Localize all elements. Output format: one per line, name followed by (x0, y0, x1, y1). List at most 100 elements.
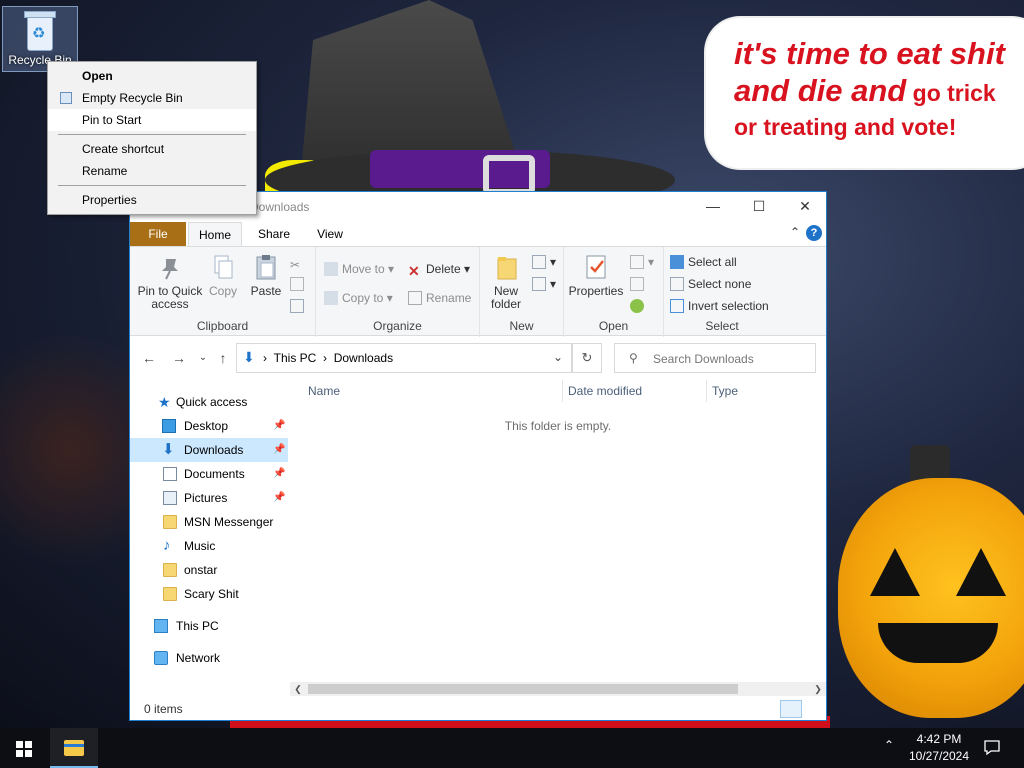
properties-button[interactable]: Properties (568, 253, 624, 298)
maximize-button[interactable]: ☐ (736, 192, 782, 222)
invert-selection-button[interactable]: Invert selection (670, 297, 769, 315)
address-bar[interactable]: ⬇ › This PC › Downloads ⌄ (236, 343, 572, 373)
column-header-date-modified[interactable]: Date modified (568, 384, 642, 398)
horizontal-scrollbar[interactable]: ❮ ❯ (290, 682, 826, 696)
copy-button[interactable]: Copy (204, 253, 242, 298)
edit-button[interactable] (630, 275, 648, 293)
move-to-button[interactable]: Move to ▾ (324, 260, 394, 278)
breadcrumb-this-pc[interactable]: This PC (274, 351, 317, 365)
scroll-right-icon[interactable]: ❯ (810, 682, 826, 696)
address-dropdown-icon[interactable]: ⌄ (553, 350, 563, 364)
paste-button[interactable]: Paste (246, 253, 286, 298)
nav-desktop[interactable]: Desktop 📌 (130, 414, 288, 438)
new-folder-button[interactable]: New folder (484, 253, 528, 311)
nav-label: Scary Shit (184, 587, 239, 601)
large-icons-view-icon[interactable] (802, 700, 824, 718)
select-all-icon (670, 255, 684, 269)
menu-item-rename[interactable]: Rename (48, 160, 256, 182)
pumpkin-mouth (878, 623, 998, 663)
paste-shortcut-icon (290, 299, 304, 313)
network-icon (154, 651, 168, 665)
refresh-button[interactable]: ↻ (572, 343, 602, 373)
taskbar-clock[interactable]: 4:42 PM 10/27/2024 (900, 731, 978, 765)
cut-button[interactable]: ✂ (290, 253, 308, 272)
delete-button[interactable]: ✕ Delete ▾ (408, 260, 470, 279)
nav-downloads[interactable]: ⬇ Downloads 📌 (130, 438, 288, 462)
select-all-label: Select all (688, 255, 737, 269)
copy-to-button[interactable]: Copy to ▾ (324, 289, 393, 307)
menu-item-open[interactable]: Open (48, 65, 256, 87)
tab-share[interactable]: Share (246, 222, 302, 246)
ribbon-group-label: Select (705, 319, 739, 333)
select-none-icon (670, 277, 684, 291)
properties-label: Properties (568, 284, 624, 298)
new-item-button[interactable]: ▾ (532, 253, 556, 271)
notification-icon[interactable] (982, 737, 1002, 757)
nav-scary-shit[interactable]: Scary Shit (130, 582, 288, 606)
minimize-button[interactable]: — (690, 192, 736, 222)
tab-home[interactable]: Home (188, 222, 242, 246)
breadcrumb-downloads[interactable]: Downloads (334, 351, 393, 365)
context-menu: Open Empty Recycle Bin Pin to Start Crea… (47, 61, 257, 215)
select-all-button[interactable]: Select all (670, 253, 737, 271)
downloads-icon: ⬇ (162, 441, 175, 458)
search-input[interactable]: ⚲ Search Downloads (614, 343, 816, 373)
ribbon: Pin to Quick access Copy Paste ✂ Clipboa… (130, 246, 826, 337)
column-header-name[interactable]: Name (308, 384, 340, 398)
rename-icon (408, 291, 422, 305)
details-view-icon[interactable] (780, 700, 802, 718)
taskbar-file-explorer[interactable] (50, 728, 98, 768)
nav-label: Documents (184, 467, 245, 481)
open-button[interactable]: ▾ (630, 253, 654, 271)
collapse-ribbon-icon[interactable]: ⌃ (790, 225, 800, 239)
menu-item-properties[interactable]: Properties (48, 189, 256, 211)
nav-documents[interactable]: Documents 📌 (130, 462, 288, 486)
column-separator[interactable] (706, 380, 707, 402)
menu-item-empty-recycle-bin[interactable]: Empty Recycle Bin (48, 87, 256, 109)
nav-msn-messenger[interactable]: MSN Messenger (130, 510, 288, 534)
speech-line-2b: go trick (912, 80, 996, 106)
start-button[interactable] (0, 728, 48, 768)
nav-network[interactable]: Network (130, 646, 288, 670)
refresh-icon: ↻ (581, 350, 593, 365)
pin-quick-access-button[interactable]: Pin to Quick access (134, 253, 206, 311)
delete-icon: ✕ (408, 263, 420, 279)
scissors-icon: ✂ (290, 258, 301, 272)
recycle-bin-icon: ♻ (23, 11, 57, 51)
help-icon[interactable]: ? (806, 225, 822, 241)
menu-separator (58, 185, 246, 186)
nav-quick-access[interactable]: ★ Quick access (130, 390, 288, 414)
menu-item-pin-to-start[interactable]: Pin to Start (48, 109, 256, 131)
copy-to-icon (324, 291, 338, 305)
show-hidden-icons-icon[interactable]: ⌃ (884, 738, 894, 752)
nav-music[interactable]: ♪ Music (130, 534, 288, 558)
nav-this-pc[interactable]: This PC (130, 614, 288, 638)
tab-file[interactable]: File (130, 222, 186, 246)
select-none-button[interactable]: Select none (670, 275, 751, 293)
item-count: 0 items (144, 702, 183, 716)
tab-view[interactable]: View (304, 222, 356, 246)
rename-button[interactable]: Rename (408, 289, 471, 307)
scrollbar-thumb[interactable] (308, 684, 738, 694)
scroll-left-icon[interactable]: ❮ (290, 682, 306, 696)
file-explorer-window: Downloads — ☐ ✕ File Home Share View ⌃ ?… (129, 191, 827, 721)
copy-path-button[interactable] (290, 275, 308, 293)
menu-item-create-shortcut[interactable]: Create shortcut (48, 138, 256, 160)
ribbon-group-new: New folder ▾ ▾ New (480, 247, 564, 337)
music-icon: ♪ (163, 537, 171, 554)
ribbon-group-label: New (509, 319, 534, 333)
breadcrumb: › This PC › Downloads (263, 351, 394, 365)
back-arrow-icon[interactable]: ← (140, 349, 158, 367)
easy-access-button[interactable]: ▾ (532, 275, 556, 293)
column-header-type[interactable]: Type (712, 384, 738, 398)
recent-locations-icon[interactable]: ⌄ (194, 349, 212, 367)
status-bar: 0 items (130, 698, 826, 720)
close-button[interactable]: ✕ (782, 192, 828, 222)
up-arrow-icon[interactable]: ↑ (214, 349, 232, 367)
nav-pictures[interactable]: Pictures 📌 (130, 486, 288, 510)
column-separator[interactable] (562, 380, 563, 402)
paste-shortcut-button[interactable] (290, 297, 308, 315)
nav-onstar[interactable]: onstar (130, 558, 288, 582)
history-button[interactable] (630, 297, 648, 315)
forward-arrow-icon[interactable]: → (170, 349, 188, 367)
